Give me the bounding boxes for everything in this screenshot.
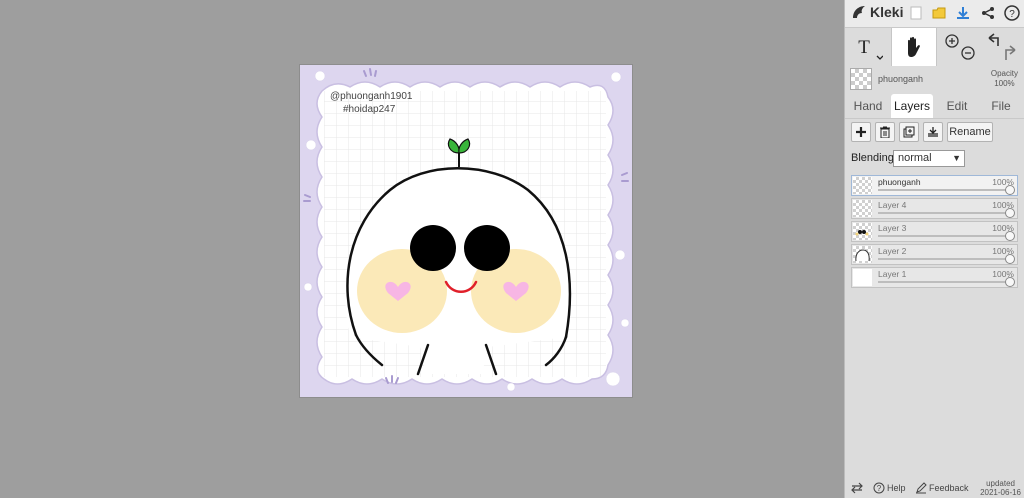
layer-opacity-handle[interactable] — [1005, 277, 1015, 287]
tab-hand[interactable]: Hand — [847, 94, 889, 118]
tab-layers[interactable]: Layers — [891, 94, 933, 118]
add-layer-button[interactable] — [851, 122, 871, 142]
brush-preview-swatch[interactable] — [850, 68, 872, 90]
hand-icon — [908, 36, 920, 57]
folder-icon — [932, 7, 946, 19]
feedback-label: Feedback — [929, 483, 969, 493]
opacity-readout[interactable]: Opacity 100% — [991, 69, 1018, 89]
download-button[interactable] — [954, 4, 972, 22]
layers-panel: Rename Blending normal ▼ phuonganh 100% … — [845, 118, 1024, 478]
layer-thumbnail — [853, 269, 872, 286]
help-button-top[interactable]: ? — [1003, 4, 1021, 22]
panel-tabs: Hand Layers Edit File — [845, 94, 1024, 119]
layer-thumbnail — [853, 177, 872, 194]
tab-edit[interactable]: Edit — [937, 94, 977, 118]
brush-row: phuonganh Opacity 100% — [845, 66, 1024, 92]
svg-text:?: ? — [877, 484, 882, 493]
text-tool-icon: T — [858, 37, 883, 60]
duplicate-layer-button[interactable] — [899, 122, 919, 142]
question-icon: ? — [1004, 5, 1020, 21]
blending-label: Blending — [851, 152, 894, 164]
svg-text:?: ? — [1009, 9, 1015, 20]
sidebar: Kleki ? T phuonganh Opacity 100% Hand La… — [844, 0, 1024, 498]
download-icon — [957, 7, 969, 19]
zoom-buttons[interactable] — [939, 28, 979, 66]
layer-name: Layer 2 — [878, 246, 907, 256]
app-name: Kleki — [870, 4, 904, 20]
plus-icon — [856, 127, 866, 137]
layer-thumbnail — [853, 246, 872, 263]
trash-icon — [880, 126, 890, 138]
layer-opacity-slider[interactable] — [878, 212, 1009, 214]
new-file-icon — [910, 6, 922, 20]
top-bar: Kleki ? — [845, 0, 1024, 28]
layer-opacity-handle[interactable] — [1005, 208, 1015, 218]
bottom-bar: ? Help Feedback updated 2021-06-16 — [845, 478, 1024, 498]
layer-name: Layer 1 — [878, 269, 907, 279]
layer-thumbnail-outline — [855, 249, 870, 262]
pencil-icon — [916, 482, 927, 494]
merge-layer-button[interactable] — [923, 122, 943, 142]
layer-name: Layer 4 — [878, 200, 907, 210]
layer-name: phuonganh — [878, 177, 921, 187]
help-button[interactable]: ? Help — [873, 482, 906, 494]
layer-thumbnail — [853, 223, 872, 240]
undo-redo-icon — [988, 33, 1016, 60]
layer-row[interactable]: Layer 3 100% — [851, 221, 1018, 242]
help-label: Help — [887, 483, 906, 493]
layer-opacity-slider[interactable] — [878, 258, 1009, 260]
delete-layer-button[interactable] — [875, 122, 895, 142]
updated-info[interactable]: updated 2021-06-16 — [980, 479, 1021, 497]
canvas-hashtag-text: #hoidap247 — [343, 104, 396, 115]
blending-select[interactable]: normal ▼ — [893, 150, 965, 167]
tab-file[interactable]: File — [981, 94, 1021, 118]
rename-layer-button[interactable]: Rename — [947, 122, 993, 142]
layer-row[interactable]: Layer 4 100% — [851, 198, 1018, 219]
layer-row[interactable]: Layer 1 100% — [851, 267, 1018, 288]
blending-value: normal — [898, 152, 932, 164]
layer-thumbnail — [853, 200, 872, 217]
merge-down-icon — [928, 127, 938, 137]
layer-thumbnail-eyes — [855, 230, 869, 236]
canvas-area[interactable]: @phuonganh1901 #hoidap247 — [0, 0, 844, 498]
chevron-down-icon: ▼ — [952, 153, 961, 163]
updated-label: updated — [986, 479, 1015, 488]
swap-icon — [851, 482, 863, 494]
layer-row[interactable]: phuonganh 100% — [851, 175, 1018, 196]
share-button[interactable] — [979, 4, 997, 22]
opacity-label: Opacity — [990, 69, 1018, 78]
undo-redo-buttons[interactable] — [983, 28, 1021, 66]
drawing-canvas[interactable]: @phuonganh1901 #hoidap247 — [300, 65, 632, 397]
help-icon: ? — [873, 482, 885, 494]
layer-opacity-handle[interactable] — [1005, 231, 1015, 241]
kleki-logo-icon — [853, 6, 865, 18]
brush-name: phuonganh — [878, 74, 924, 84]
svg-text:T: T — [858, 37, 870, 58]
canvas-handle-text: @phuonganh1901 — [330, 91, 413, 102]
layer-name: Layer 3 — [878, 223, 907, 233]
swap-side-button[interactable] — [851, 482, 863, 494]
layer-opacity-handle[interactable] — [1005, 185, 1015, 195]
layer-row[interactable]: Layer 2 100% — [851, 244, 1018, 265]
opacity-value: 100% — [994, 79, 1015, 88]
layer-opacity-slider[interactable] — [878, 189, 1009, 191]
tool-row: T — [845, 28, 1024, 66]
updated-date: 2021-06-16 — [980, 488, 1021, 497]
new-image-button[interactable] — [907, 4, 925, 22]
duplicate-icon — [903, 126, 915, 138]
feedback-button[interactable]: Feedback — [915, 482, 969, 494]
hand-tool-button[interactable] — [891, 28, 937, 66]
layer-opacity-slider[interactable] — [878, 235, 1009, 237]
zoom-icon — [945, 34, 975, 60]
layer-opacity-slider[interactable] — [878, 281, 1009, 283]
kleki-logo[interactable]: Kleki — [851, 4, 903, 20]
layer-opacity-handle[interactable] — [1005, 254, 1015, 264]
text-tool-button[interactable]: T — [851, 28, 885, 66]
save-button[interactable] — [930, 4, 948, 22]
share-icon — [982, 7, 994, 19]
